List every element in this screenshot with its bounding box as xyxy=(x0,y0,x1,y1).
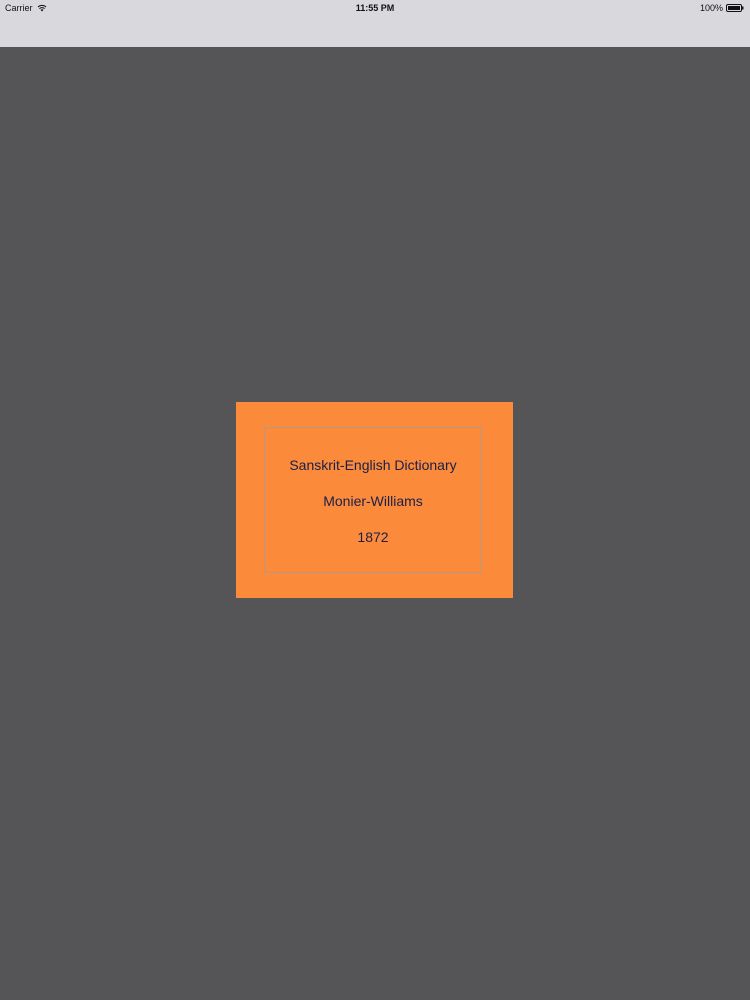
book-title: Sanskrit-English Dictionary xyxy=(289,457,457,473)
cover-frame: Sanskrit-English Dictionary Monier-Willi… xyxy=(264,427,482,573)
book-author: Monier-Williams xyxy=(323,493,423,509)
status-row: Carrier 11:55 PM 100% xyxy=(0,0,750,16)
status-time: 11:55 PM xyxy=(355,3,395,13)
battery-group: 100% xyxy=(700,3,744,13)
battery-icon xyxy=(726,4,744,12)
battery-percent: 100% xyxy=(699,3,723,13)
status-bar: Carrier 11:55 PM 100% xyxy=(0,0,750,47)
book-cover[interactable]: Sanskrit-English Dictionary Monier-Willi… xyxy=(236,402,513,598)
book-year: 1872 xyxy=(357,529,389,545)
